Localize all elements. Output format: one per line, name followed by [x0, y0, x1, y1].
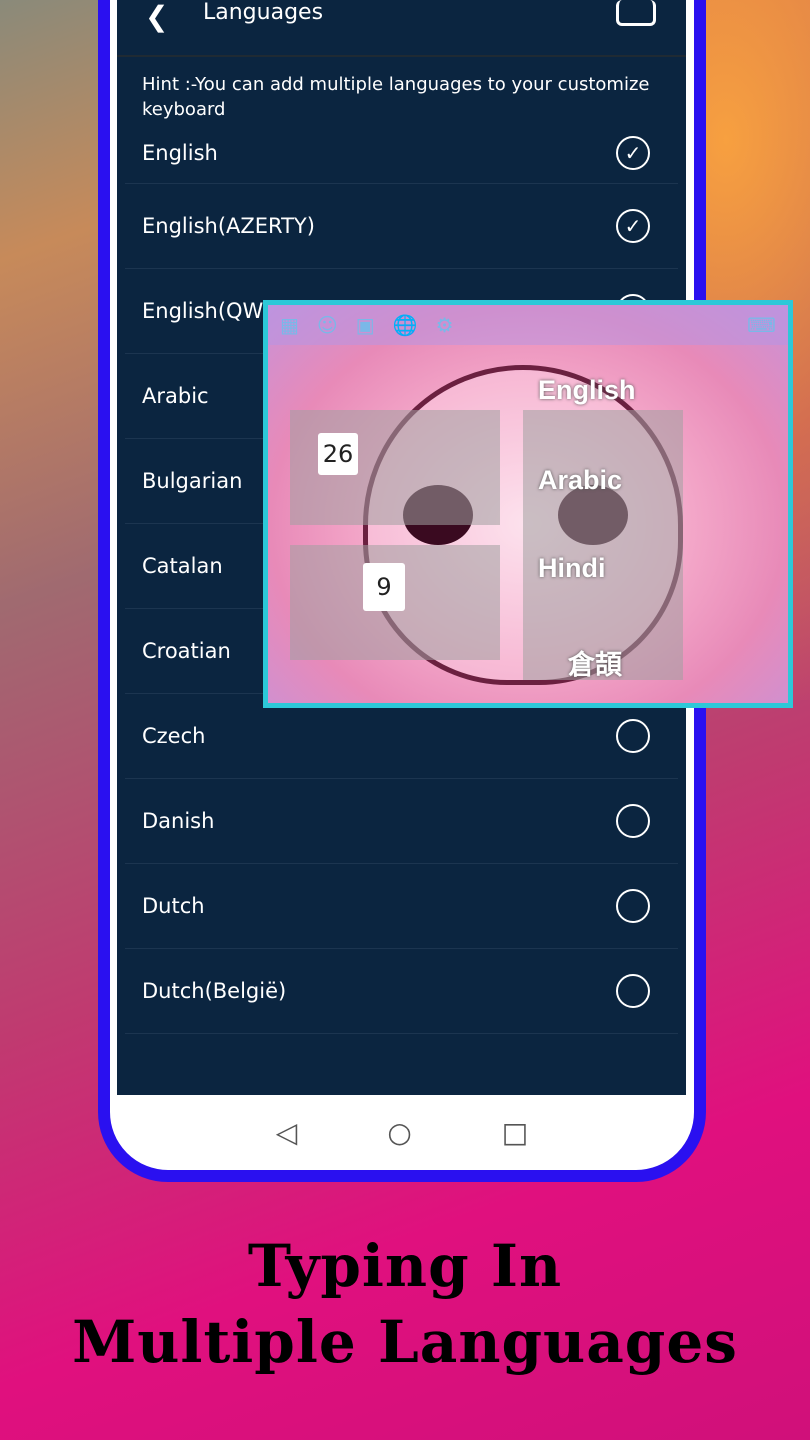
- language-row[interactable]: English ✓: [125, 122, 678, 184]
- language-label: Danish: [142, 809, 215, 833]
- preview-language: Hindi: [538, 553, 606, 583]
- checked-circle-icon[interactable]: ✓: [616, 209, 650, 243]
- app-bar: ❮ Languages: [117, 0, 686, 57]
- globe-icon: 🌐: [392, 313, 418, 337]
- apps-icon: ▦: [280, 313, 299, 337]
- keyboard-toolbar: ▦ ☺ ▣ 🌐 ⚙ ⌨: [268, 305, 788, 345]
- layout-count: 9: [363, 563, 405, 611]
- theme-shirt-icon: ▣: [355, 313, 375, 337]
- language-label: Dutch(België): [142, 979, 287, 1003]
- nav-home-icon[interactable]: ○: [387, 1116, 411, 1149]
- language-row[interactable]: Danish: [125, 779, 678, 864]
- language-label: Bulgarian: [142, 469, 243, 493]
- language-row[interactable]: Dutch: [125, 864, 678, 949]
- language-row[interactable]: Dutch(België): [125, 949, 678, 1034]
- caption-line-2: Multiple Languages: [72, 1308, 738, 1376]
- caption-line-1: Typing In: [247, 1232, 563, 1300]
- language-pane: [523, 410, 683, 680]
- language-label: English: [142, 140, 218, 165]
- layout-count: 26: [318, 433, 358, 475]
- nav-back-icon[interactable]: ◁: [276, 1116, 298, 1149]
- language-label: Czech: [142, 724, 206, 748]
- preview-language: English: [538, 375, 636, 405]
- gear-icon: ⚙: [435, 313, 454, 337]
- unchecked-circle-icon[interactable]: [616, 974, 650, 1008]
- keyboard-icon: ⌨: [747, 313, 776, 337]
- checked-circle-icon[interactable]: ✓: [616, 135, 650, 170]
- keyboard-preview: ▦ ☺ ▣ 🌐 ⚙ ⌨ 26 9 English Arabic Hindi 倉頡: [263, 300, 793, 708]
- unchecked-circle-icon[interactable]: [616, 719, 650, 753]
- unchecked-circle-icon[interactable]: [616, 804, 650, 838]
- nav-recents-icon[interactable]: □: [502, 1116, 528, 1149]
- language-label: English(AZERTY): [142, 214, 315, 238]
- system-nav-bar: ◁ ○ □: [110, 1095, 694, 1170]
- language-label: Dutch: [142, 894, 205, 918]
- keyboard-icon[interactable]: [616, 0, 656, 26]
- language-label: Arabic: [142, 384, 209, 408]
- preview-language: 倉頡: [568, 650, 622, 680]
- page-title: Languages: [203, 0, 324, 25]
- unchecked-circle-icon[interactable]: [616, 889, 650, 923]
- language-row[interactable]: English(AZERTY) ✓: [125, 184, 678, 269]
- language-label: Catalan: [142, 554, 223, 578]
- back-arrow-icon[interactable]: ❮: [145, 0, 168, 33]
- hint-text: Hint :-You can add multiple languages to…: [142, 74, 650, 120]
- language-label: Croatian: [142, 639, 231, 663]
- emoji-icon: ☺: [316, 313, 338, 337]
- preview-language: Arabic: [538, 465, 623, 495]
